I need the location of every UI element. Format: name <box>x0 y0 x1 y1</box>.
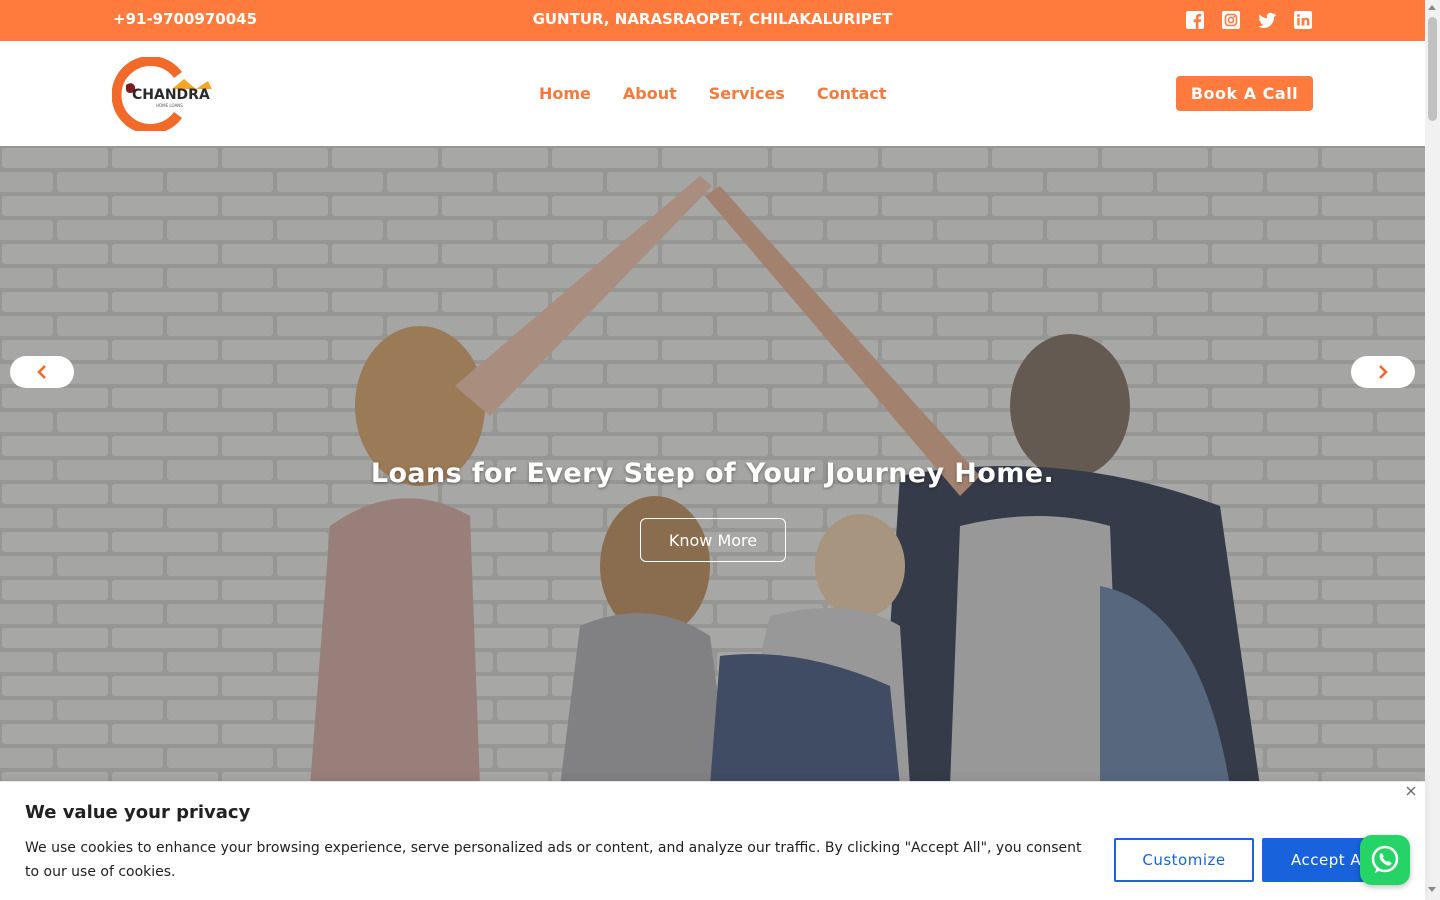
main-nav: Home About Services Contact <box>539 84 887 103</box>
know-more-button[interactable]: Know More <box>640 518 786 562</box>
whatsapp-chat-button[interactable] <box>1360 835 1410 885</box>
company-logo[interactable]: CHANDRA HOME LOANS <box>112 57 214 131</box>
cookie-description: We use cookies to enhance your browsing … <box>25 840 1082 880</box>
facebook-icon[interactable] <box>1185 10 1205 30</box>
twitter-icon[interactable] <box>1257 10 1277 30</box>
nav-home[interactable]: Home <box>539 84 591 103</box>
carousel-prev-button[interactable] <box>10 356 74 388</box>
page: +91-9700970045 GUNTUR, NARASRAOPET, CHIL… <box>0 0 1440 900</box>
site-header: CHANDRA HOME LOANS Home About Services C… <box>0 41 1425 146</box>
page-scrollbar[interactable] <box>1425 0 1440 900</box>
hero-title: Loans for Every Step of Your Journey Hom… <box>370 458 1055 489</box>
linkedin-icon[interactable] <box>1293 10 1313 30</box>
social-links <box>1185 10 1313 30</box>
svg-text:CHANDRA: CHANDRA <box>132 87 210 103</box>
nav-contact[interactable]: Contact <box>817 84 887 103</box>
instagram-icon[interactable] <box>1221 10 1241 30</box>
cookie-consent-banner: We value your privacy We use cookies to … <box>0 781 1425 900</box>
cookie-title: We value your privacy <box>25 802 251 823</box>
nav-about[interactable]: About <box>623 84 677 103</box>
carousel-next-button[interactable] <box>1351 356 1415 388</box>
scroll-down-arrow-icon[interactable] <box>1428 887 1436 892</box>
whatsapp-icon <box>1371 845 1399 873</box>
chevron-right-icon <box>1379 365 1388 379</box>
scrollbar-thumb[interactable] <box>1428 17 1437 121</box>
top-bar: +91-9700970045 GUNTUR, NARASRAOPET, CHIL… <box>0 0 1425 41</box>
chevron-left-icon <box>37 365 46 379</box>
hero-carousel: Loans for Every Step of Your Journey Hom… <box>0 146 1425 786</box>
close-icon[interactable] <box>1404 784 1418 798</box>
book-a-call-button[interactable]: Book A Call <box>1176 76 1313 111</box>
scroll-up-arrow-icon[interactable] <box>1428 5 1436 10</box>
customize-button[interactable]: Customize <box>1114 838 1254 882</box>
nav-services[interactable]: Services <box>709 84 785 103</box>
svg-text:HOME LOANS: HOME LOANS <box>156 103 183 108</box>
